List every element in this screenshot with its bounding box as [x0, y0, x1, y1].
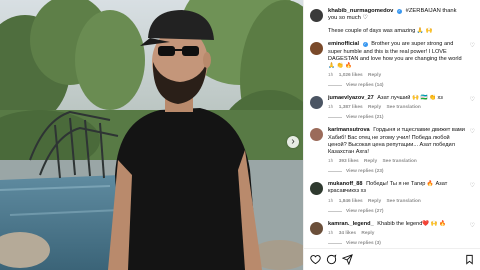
comment-time: 1h	[328, 198, 334, 204]
like-comment-heart-icon[interactable]: ♡	[470, 129, 475, 135]
see-translation-button[interactable]: See translation	[386, 105, 420, 110]
reply-button[interactable]: Reply	[364, 159, 377, 164]
comment-meta: 1h 1,387 likes Reply See translation	[328, 104, 467, 111]
view-replies-label: View replies (23)	[346, 169, 384, 175]
comment-likes[interactable]: 1,026 likes	[339, 73, 363, 78]
post-photo: ›	[0, 0, 303, 270]
replies-divider	[328, 117, 342, 119]
comment-meta: 1h 1,026 likes Reply	[328, 72, 467, 79]
comment-item: karimansutrova Гордыня и тщеславие движе…	[310, 127, 475, 174]
post-action-bar	[304, 248, 480, 270]
comment-username[interactable]: kamran._legend_	[328, 221, 374, 227]
carousel-next-button[interactable]: ›	[287, 136, 299, 148]
comment-likes[interactable]: 1,387 likes	[339, 105, 363, 110]
comment-likes[interactable]: 34 likes	[339, 231, 356, 236]
replies-divider	[328, 85, 342, 87]
comment-text: Khabib the legend❤️ 🙌 🔥	[377, 220, 447, 227]
like-comment-heart-icon[interactable]: ♡	[470, 97, 475, 103]
replies-divider	[328, 171, 342, 173]
comment-time: 1h	[328, 105, 334, 111]
view-replies-button[interactable]: View replies (14)	[328, 83, 467, 88]
comment-avatar[interactable]	[310, 221, 323, 235]
comment-username[interactable]: eminofficial	[328, 41, 359, 47]
comments-scroll[interactable]: khabib_nurmagomedov ✓ #ZERBAIJAN thank y…	[304, 0, 480, 248]
caption-author-username[interactable]: khabib_nurmagomedov	[328, 8, 393, 14]
like-comment-heart-icon[interactable]: ♡	[470, 183, 475, 189]
save-bookmark-icon[interactable]	[464, 254, 475, 265]
comment-text: Азат лучший 🙌 🇺🇿 👏 хз	[377, 95, 443, 102]
post-photo-illustration	[0, 0, 303, 270]
comment-meta: 1h 1,846 likes Reply See translation	[328, 198, 467, 205]
reply-button[interactable]: Reply	[368, 73, 381, 78]
comment-meta: 1h 393 likes Reply See translation	[328, 158, 467, 165]
share-send-icon[interactable]	[342, 254, 353, 265]
comment-time: 1h	[328, 159, 334, 165]
comment-item: jumaevlyazov_27 Азат лучший 🙌 🇺🇿 👏 хз 1h…	[310, 95, 475, 120]
like-heart-icon[interactable]	[310, 254, 321, 265]
view-replies-button[interactable]: View replies (27)	[328, 209, 467, 214]
view-replies-button[interactable]: View replies (23)	[328, 169, 467, 174]
comment-time: 1h	[328, 230, 334, 236]
comment-avatar[interactable]	[310, 128, 323, 142]
like-comment-heart-icon[interactable]: ♡	[470, 43, 475, 49]
post-caption: khabib_nurmagomedov ✓ #ZERBAIJAN thank y…	[310, 8, 475, 34]
like-comment-heart-icon[interactable]: ♡	[470, 223, 475, 229]
comment-item: mukanoff_88 Победы! Ты я не Тагир 🔥 Азат…	[310, 181, 475, 214]
instagram-post-viewer: › khabib_nurmagomedov ✓ #ZERBAIJAN thank…	[0, 0, 480, 270]
comment-username[interactable]: karimansutrova	[328, 127, 370, 133]
verified-badge-icon: ✓	[397, 9, 403, 14]
comment-avatar[interactable]	[310, 42, 323, 56]
reply-button[interactable]: Reply	[368, 199, 381, 204]
replies-divider	[328, 210, 342, 212]
caption-author-avatar[interactable]	[310, 9, 323, 22]
comment-likes[interactable]: 1,846 likes	[339, 199, 363, 204]
comment-item: eminofficial ✓ Brother you are super str…	[310, 41, 475, 88]
comment-time: 1h	[328, 73, 334, 79]
comment-bubble-icon[interactable]	[326, 254, 337, 265]
comment-avatar[interactable]	[310, 182, 323, 196]
comment-avatar[interactable]	[310, 96, 323, 110]
comment-meta: 1h 34 likes Reply	[328, 230, 467, 237]
replies-divider	[328, 242, 342, 244]
comment-username[interactable]: mukanoff_88	[328, 181, 363, 187]
see-translation-button[interactable]: See translation	[386, 199, 420, 204]
view-replies-button[interactable]: View replies (21)	[328, 115, 467, 120]
view-replies-button[interactable]: View replies (3)	[328, 241, 467, 246]
comment-item: kamran._legend_ Khabib the legend❤️ 🙌 🔥 …	[310, 221, 475, 246]
view-replies-label: View replies (3)	[346, 240, 381, 246]
comment-likes[interactable]: 393 likes	[339, 159, 359, 164]
reply-button[interactable]: Reply	[361, 231, 374, 236]
view-replies-label: View replies (14)	[346, 83, 384, 89]
reply-button[interactable]: Reply	[368, 105, 381, 110]
caption-subtext: These couple of days was amazing 🙏 🙌	[328, 28, 433, 35]
verified-badge-icon: ✓	[362, 42, 368, 48]
comments-panel: khabib_nurmagomedov ✓ #ZERBAIJAN thank y…	[303, 0, 480, 270]
view-replies-label: View replies (21)	[346, 115, 384, 121]
see-translation-button[interactable]: See translation	[382, 159, 416, 164]
comment-username[interactable]: jumaevlyazov_27	[328, 95, 374, 101]
view-replies-label: View replies (27)	[346, 208, 384, 214]
